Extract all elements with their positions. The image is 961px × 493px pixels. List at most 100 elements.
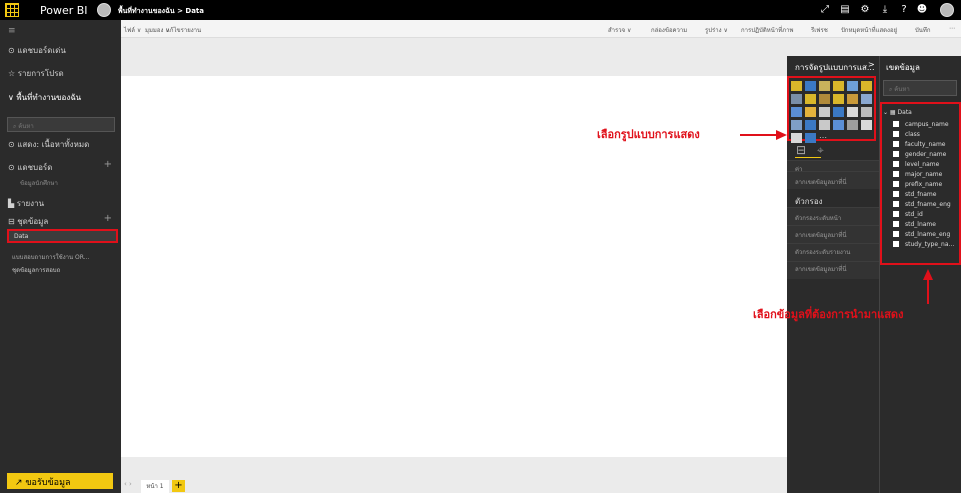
treemap-icon[interactable] [833, 107, 844, 117]
line-chart-icon[interactable] [791, 94, 802, 104]
field-item[interactable]: std_fname [893, 190, 959, 200]
funnel-icon[interactable] [805, 120, 816, 130]
explore-menu[interactable]: สำรวจ ∨ [608, 25, 631, 35]
sidebar-item-my-workspace[interactable]: ∨ พื้นที่ทำงานของฉัน [8, 91, 81, 104]
fields-arrow-icon [923, 269, 933, 304]
download-icon[interactable]: ⤓ [877, 4, 893, 16]
page-nav-icon[interactable]: ‹ › [124, 480, 132, 488]
app-launcher-icon[interactable] [5, 3, 19, 17]
file-menu[interactable]: ไฟล์ ∨ [124, 25, 141, 35]
pie-chart-icon[interactable] [805, 107, 816, 117]
page-tabs-bar [121, 478, 787, 493]
map-icon[interactable] [847, 107, 858, 117]
expand-icon[interactable]: ⤢ [817, 4, 833, 16]
values-hint: ลากเขตข้อมูลมาที่นี่ [795, 179, 847, 186]
fields-annotation: เลือกข้อมูลที่ต้องการนำมาแสดง [753, 308, 904, 321]
table-icon[interactable] [791, 120, 802, 130]
donut-icon[interactable] [819, 107, 830, 117]
format-paint-icon[interactable]: ⌖ [817, 143, 824, 158]
field-item[interactable]: gender_name [893, 150, 959, 160]
app-title[interactable]: Power BI [40, 4, 88, 17]
area-chart-icon[interactable] [805, 94, 816, 104]
filled-map-icon[interactable] [861, 107, 872, 117]
field-item[interactable]: std_id [893, 210, 959, 220]
more-visuals-icon[interactable]: ⋯ [819, 133, 830, 143]
dataset-item-data[interactable]: Data [7, 229, 118, 243]
field-item[interactable]: std_fname_eng [893, 200, 959, 210]
save-button[interactable]: บันทึก [915, 25, 931, 35]
field-item[interactable]: campus_name [893, 120, 959, 130]
visual-interactions-button[interactable]: การปฏิบัติหน้าที่ภาพ [741, 25, 793, 35]
scatter-icon[interactable] [791, 107, 802, 117]
gauge-icon[interactable] [819, 120, 830, 130]
field-item[interactable]: std_lname_eng [893, 230, 959, 240]
page-filter-label: ตัวกรองระดับหน้า [795, 215, 842, 222]
field-item[interactable]: prefix_name [893, 180, 959, 190]
multirow-card-icon[interactable] [847, 120, 858, 130]
smiley-icon[interactable]: ☻ [914, 4, 930, 16]
dataset-item-query[interactable]: ชุดข้อมูลการสอบถ [12, 265, 60, 275]
field-item[interactable]: class [893, 130, 959, 140]
stacked-column-icon[interactable] [805, 81, 816, 91]
100-column-icon[interactable] [861, 81, 872, 91]
add-page-button[interactable]: + [172, 480, 185, 492]
get-data-button[interactable]: ↗ ขอรับข้อมูล [7, 473, 113, 489]
field-item[interactable]: study_type_na... [893, 240, 959, 250]
page-filter-hint: ลากเขตข้อมูลมาที่นี่ [795, 232, 847, 239]
report-filter-hint: ลากเขตข้อมูลมาที่นี่ [795, 266, 847, 273]
gear-icon[interactable]: ⚙ [857, 4, 873, 16]
pin-page-button[interactable]: ปักหมุดหน้าที่แสดงอยู่ [841, 25, 897, 35]
fields-title: เขตข้อมูล [886, 63, 920, 72]
card-icon[interactable] [833, 120, 844, 130]
chat-icon[interactable]: ▤ [837, 4, 853, 16]
sidebar-search-input[interactable]: ⌕ ค้นหา [7, 117, 115, 132]
sidebar-item-featured[interactable]: ⊙ แดชบอร์ดเด่น [8, 44, 66, 57]
viz-arrow-icon [740, 130, 787, 140]
help-icon[interactable]: ? [896, 4, 912, 16]
dataset-item-ordesk[interactable]: แบบสอบถามการใช้งาน OR... [12, 252, 89, 262]
waterfall-icon[interactable] [861, 94, 872, 104]
fields-well-icon[interactable]: ⊟ [796, 143, 806, 157]
line-column-icon[interactable] [833, 94, 844, 104]
breadcrumb[interactable]: พื้นที่ทำงานของฉัน > Data [118, 6, 204, 17]
viz-annotation: เลือกรูปแบบการแสดง [597, 128, 700, 141]
active-tab-indicator [795, 157, 821, 158]
refresh-button[interactable]: รีเฟรช [811, 25, 828, 35]
left-sidebar: ≡ ⊙ แดชบอร์ดเด่น ☆ รายการโปรด ∨ พื้นที่ท… [0, 20, 121, 493]
user-avatar[interactable] [940, 3, 954, 17]
100-bar-icon[interactable] [847, 81, 858, 91]
sidebar-item-favorites[interactable]: ☆ รายการโปรด [8, 67, 64, 80]
sidebar-item-datasets[interactable]: ⊟ ชุดข้อมูล [8, 215, 48, 228]
sidebar-item-reports[interactable]: ▙ รายงาน [8, 197, 44, 210]
sidebar-item-show[interactable]: ⊙ แสดง: เนื้อหาทั้งหมด [8, 138, 89, 151]
textbox-button[interactable]: กล่องข้อความ [651, 25, 687, 35]
page-tab-1[interactable]: หน้า 1 [141, 480, 169, 493]
report-filter-label: ตัวกรองระดับรายงาน [795, 249, 851, 256]
globe-icon[interactable] [805, 133, 816, 143]
clustered-column-icon[interactable] [833, 81, 844, 91]
field-item[interactable]: faculty_name [893, 140, 959, 150]
fields-search-input[interactable]: ⌕ ค้นหา [883, 80, 957, 96]
stacked-area-icon[interactable] [819, 94, 830, 104]
dashboard-item[interactable]: ข้อมูลนักศึกษา [20, 178, 58, 188]
field-item[interactable]: std_lname [893, 220, 959, 230]
more-options-icon[interactable]: ⋯ [949, 25, 955, 32]
clustered-bar-icon[interactable] [819, 81, 830, 91]
stacked-bar-icon[interactable] [791, 81, 802, 91]
sidebar-item-dashboards[interactable]: ⊙ แดชบอร์ด [8, 161, 52, 174]
table-data[interactable]: ⌄ ▦ Data [883, 108, 949, 118]
hamburger-icon[interactable]: ≡ [8, 26, 16, 36]
visual-type-grid: ⋯ [789, 79, 873, 143]
field-item[interactable]: major_name [893, 170, 959, 180]
field-item[interactable]: level_name [893, 160, 959, 170]
add-dashboard-icon[interactable]: + [104, 159, 112, 170]
edit-report-button[interactable]: แก้ไขรายงาน [166, 25, 201, 35]
report-toolbar: ไฟล์ ∨ มุมมอง ∨ แก้ไขรายงาน สำรวจ ∨ กล่อ… [121, 20, 961, 38]
ribbon-chart-icon[interactable] [847, 94, 858, 104]
slicer-icon[interactable] [791, 133, 802, 143]
kpi-icon[interactable] [861, 120, 872, 130]
collapse-viz-icon[interactable]: > [868, 60, 875, 69]
workspace-avatar [97, 3, 111, 17]
add-dataset-icon[interactable]: + [104, 213, 112, 224]
shapes-menu[interactable]: รูปร่าง ∨ [705, 25, 728, 35]
